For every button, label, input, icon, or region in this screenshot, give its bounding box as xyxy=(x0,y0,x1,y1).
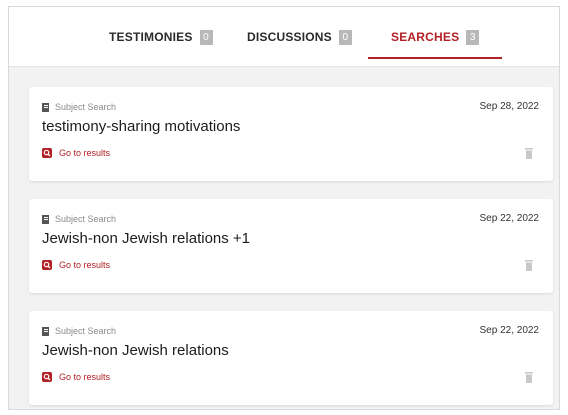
tab-testimonies-label: TESTIMONIES xyxy=(109,30,193,44)
go-to-results-label: Go to results xyxy=(59,148,111,158)
trash-icon[interactable] xyxy=(525,148,533,159)
tab-searches-label: SEARCHES xyxy=(391,30,460,44)
search-icon xyxy=(42,260,52,270)
search-title: Jewish-non Jewish relations +1 xyxy=(42,230,251,247)
search-date: Sep 22, 2022 xyxy=(479,213,540,224)
search-title: Jewish-non Jewish relations xyxy=(42,342,229,359)
search-type: Subject Search xyxy=(42,102,116,112)
tab-searches-count-badge: 3 xyxy=(466,29,480,45)
go-to-results-label: Go to results xyxy=(59,260,111,270)
searches-panel: TESTIMONIES 0 DISCUSSIONS 0 SEARCHES 3 S… xyxy=(8,6,560,410)
tab-discussions-label: DISCUSSIONS xyxy=(247,30,332,44)
go-to-results-link[interactable]: Go to results xyxy=(42,148,110,158)
search-date: Sep 22, 2022 xyxy=(479,325,540,336)
tab-testimonies[interactable]: TESTIMONIES 0 xyxy=(109,7,213,67)
search-icon xyxy=(42,372,52,382)
search-title: testimony-sharing motivations xyxy=(42,118,241,135)
search-type: Subject Search xyxy=(42,326,116,336)
active-tab-indicator xyxy=(368,57,502,59)
tab-testimonies-count-badge: 0 xyxy=(199,29,213,45)
search-type: Subject Search xyxy=(42,214,116,224)
search-card: Subject Search Sep 22, 2022 Jewish-non J… xyxy=(29,199,553,293)
document-icon xyxy=(42,102,49,112)
search-card: Subject Search Sep 28, 2022 testimony-sh… xyxy=(29,87,553,181)
search-type-label: Subject Search xyxy=(55,214,117,224)
tab-discussions[interactable]: DISCUSSIONS 0 xyxy=(247,7,352,67)
go-to-results-link[interactable]: Go to results xyxy=(42,260,110,270)
trash-icon[interactable] xyxy=(525,260,533,271)
search-icon xyxy=(42,148,52,158)
trash-icon[interactable] xyxy=(525,372,533,383)
search-card: Subject Search Sep 22, 2022 Jewish-non J… xyxy=(29,311,553,405)
go-to-results-link[interactable]: Go to results xyxy=(42,372,110,382)
search-date: Sep 28, 2022 xyxy=(479,101,540,112)
search-type-label: Subject Search xyxy=(55,326,117,336)
document-icon xyxy=(42,214,49,224)
document-icon xyxy=(42,326,49,336)
tab-bar: TESTIMONIES 0 DISCUSSIONS 0 SEARCHES 3 xyxy=(9,7,559,67)
search-type-label: Subject Search xyxy=(55,102,117,112)
tab-discussions-count-badge: 0 xyxy=(338,29,352,45)
go-to-results-label: Go to results xyxy=(59,372,111,382)
